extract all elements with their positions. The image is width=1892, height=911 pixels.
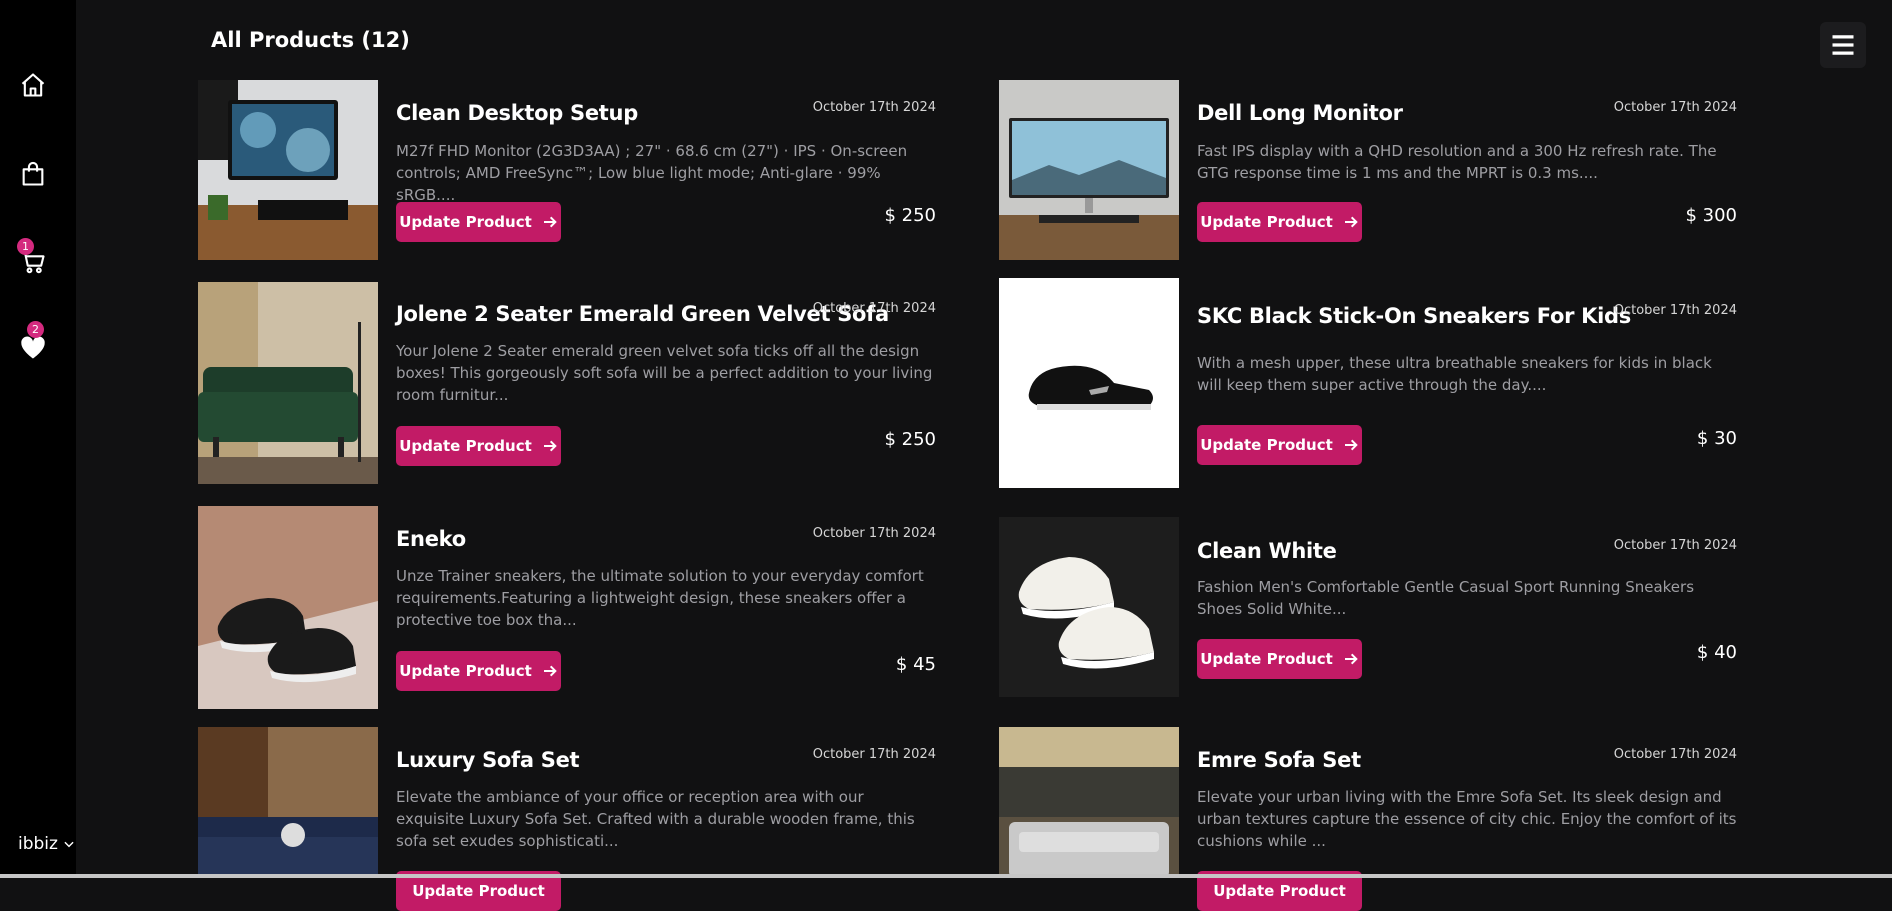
product-image: [198, 506, 378, 709]
product-date: October 17th 2024: [812, 747, 936, 762]
product-description: Elevate the ambiance of your office or r…: [396, 788, 915, 850]
update-product-label: Update Product: [1200, 650, 1333, 668]
arrow-right-icon: [1344, 216, 1358, 228]
product-description: Unze Trainer sneakers, the ultimate solu…: [396, 567, 924, 629]
hamburger-menu-icon: [1832, 35, 1854, 55]
product-name: Clean Desktop Setup: [396, 101, 638, 125]
product-name: Clean White: [1197, 539, 1337, 563]
product-image: [999, 278, 1179, 488]
product-image: [198, 80, 378, 260]
product-date: October 17th 2024: [812, 301, 936, 316]
product-card: Dell Long Monitor October 17th 2024 Fast…: [999, 80, 1737, 260]
product-price: $ 30: [1696, 428, 1737, 449]
product-date: October 17th 2024: [1613, 747, 1737, 762]
product-name: Dell Long Monitor: [1197, 101, 1403, 125]
update-product-label: Update Product: [1200, 436, 1333, 454]
nav-shop[interactable]: [14, 155, 52, 193]
product-date: October 17th 2024: [812, 100, 936, 115]
product-image: [999, 727, 1179, 878]
update-product-label: Update Product: [412, 882, 545, 900]
home-icon: [21, 73, 45, 97]
product-card: Clean White October 17th 2024 Fashion Me…: [999, 517, 1737, 697]
product-card: Emre Sofa Set October 17th 2024 Elevate …: [999, 727, 1737, 911]
product-image: [999, 517, 1179, 697]
product-image: [999, 80, 1179, 260]
chevron-down-icon: [64, 841, 74, 848]
product-description: Your Jolene 2 Seater emerald green velve…: [396, 342, 933, 404]
page-title: All Products (12): [211, 28, 410, 52]
product-name: Eneko: [396, 527, 466, 551]
horizontal-scrollbar[interactable]: [0, 874, 1892, 878]
product-price: $ 250: [884, 205, 936, 226]
product-card: Clean Desktop Setup October 17th 2024 M2…: [198, 80, 936, 260]
product-card: SKC Black Stick-On Sneakers For Kids Oct…: [999, 278, 1737, 488]
product-name: Luxury Sofa Set: [396, 748, 580, 772]
update-product-button[interactable]: Update Product: [396, 651, 561, 691]
product-card: Eneko October 17th 2024 Unze Trainer sne…: [198, 506, 936, 709]
update-product-button[interactable]: Update Product: [396, 426, 561, 466]
user-menu[interactable]: ibbiz: [18, 834, 76, 854]
product-card: Jolene 2 Seater Emerald Green Velvet Sof…: [198, 282, 936, 484]
heart-icon: [21, 336, 45, 359]
product-date: October 17th 2024: [812, 526, 936, 541]
product-card: Luxury Sofa Set October 17th 2024 Elevat…: [198, 727, 936, 911]
arrow-right-icon: [543, 665, 557, 677]
main-content: All Products (12) Clean Desktop Setup Oc…: [76, 0, 1892, 911]
product-image: [198, 282, 378, 484]
arrow-right-icon: [1344, 653, 1358, 665]
product-price: $ 45: [895, 654, 936, 675]
product-name: Emre Sofa Set: [1197, 748, 1361, 772]
product-price: $ 250: [884, 429, 936, 450]
product-description: Fast IPS display with a QHD resolution a…: [1197, 142, 1717, 182]
product-name: SKC Black Stick-On Sneakers For Kids: [1197, 304, 1631, 328]
arrow-right-icon: [543, 216, 557, 228]
product-description: Fashion Men's Comfortable Gentle Casual …: [1197, 578, 1695, 618]
product-description: With a mesh upper, these ultra breathabl…: [1197, 354, 1712, 394]
menu-toggle-button[interactable]: [1820, 22, 1866, 68]
update-product-label: Update Product: [399, 662, 532, 680]
nav-home[interactable]: [14, 66, 52, 104]
product-date: October 17th 2024: [1613, 303, 1737, 318]
arrow-right-icon: [543, 440, 557, 452]
product-description: M27f FHD Monitor (2G3D3AA) ; 27" · 68.6 …: [396, 142, 908, 204]
shopping-bag-icon: [22, 161, 44, 186]
update-product-label: Update Product: [1213, 882, 1346, 900]
update-product-button[interactable]: Update Product: [1197, 425, 1362, 465]
update-product-button[interactable]: Update Product: [1197, 639, 1362, 679]
update-product-label: Update Product: [1200, 213, 1333, 231]
product-price: $ 40: [1696, 642, 1737, 663]
arrow-right-icon: [1344, 439, 1358, 451]
product-date: October 17th 2024: [1613, 538, 1737, 553]
update-product-button[interactable]: Update Product: [396, 202, 561, 242]
product-date: October 17th 2024: [1613, 100, 1737, 115]
update-product-label: Update Product: [399, 437, 532, 455]
sidebar: 1 2 ibbiz: [0, 0, 76, 878]
wishlist-badge: 2: [27, 321, 44, 338]
product-image: [198, 727, 378, 878]
update-product-label: Update Product: [399, 213, 532, 231]
product-description: Elevate your urban living with the Emre …: [1197, 788, 1737, 850]
cart-badge: 1: [17, 238, 34, 255]
update-product-button[interactable]: Update Product: [1197, 202, 1362, 242]
product-price: $ 300: [1685, 205, 1737, 226]
username: ibbiz: [18, 834, 58, 854]
